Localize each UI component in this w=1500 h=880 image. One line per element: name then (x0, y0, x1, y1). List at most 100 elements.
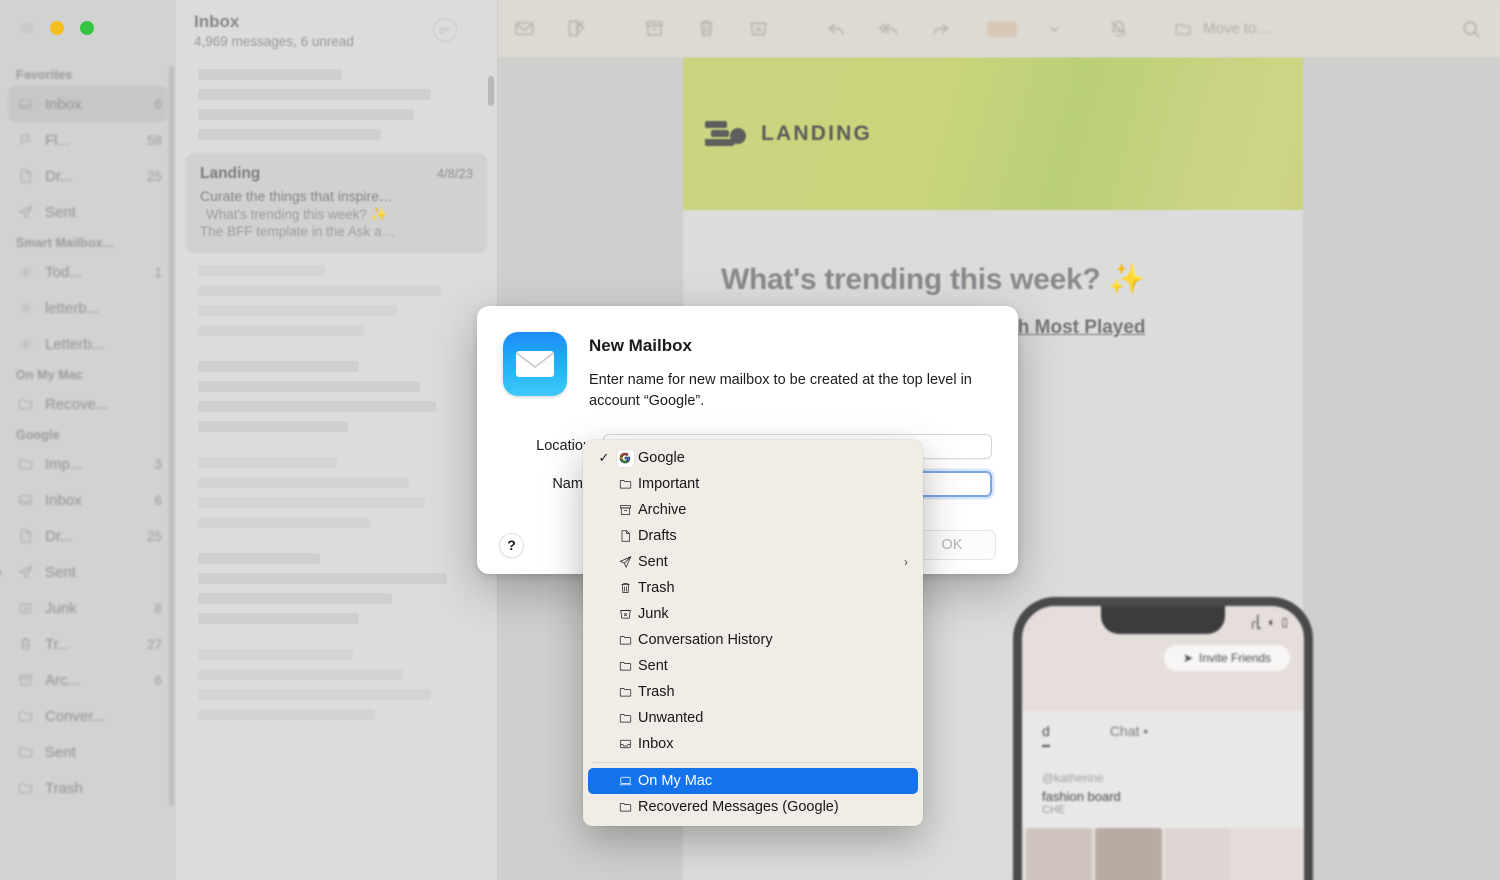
chevron-down-icon[interactable] (1028, 0, 1080, 57)
email-heading-text: What's trending this week? (721, 263, 1109, 296)
flag-icon (14, 131, 36, 149)
phone-mockup: ╭⎣ ◐ ▯ ➤ Invite Friends d Chat • @kather… (1013, 597, 1313, 880)
sidebar-item-conver[interactable]: Conver... (8, 698, 168, 734)
menu-item-inbox[interactable]: Inbox (588, 731, 918, 757)
sidebar-item-label: Conver... (45, 707, 106, 725)
minimize-button[interactable] (50, 21, 64, 35)
junk-button[interactable] (732, 0, 784, 57)
window-controls[interactable] (20, 21, 94, 35)
list-item[interactable] (186, 57, 487, 153)
filter-icon[interactable] (433, 18, 457, 42)
mute-button[interactable] (1092, 0, 1144, 57)
menu-item-archive[interactable]: Archive (588, 497, 918, 523)
sidebar-item-recove[interactable]: Recove... (8, 386, 168, 422)
help-button[interactable]: ? (499, 532, 524, 558)
message-sender: Landing (200, 165, 261, 182)
sidebar-item-junk[interactable]: Junk 8 (8, 590, 168, 626)
sidebar-item-label: letterb... (45, 299, 100, 317)
menu-item-on-my-mac[interactable]: On My Mac (588, 768, 918, 794)
sidebar-item-dr[interactable]: Dr... 25 (8, 518, 168, 554)
sidebar-item-label: Recove... (45, 395, 109, 413)
sidebar-item-sent[interactable]: › Sent (0, 554, 168, 590)
forward-button[interactable] (914, 0, 966, 57)
sidebar-scrollbar[interactable] (169, 66, 174, 806)
message-list-scrollbar[interactable] (488, 76, 494, 106)
menu-item-trash[interactable]: Trash (588, 679, 918, 705)
close-button[interactable] (20, 21, 34, 35)
sidebar-item-tod[interactable]: Tod... 1 (8, 254, 168, 290)
location-dropdown-menu[interactable]: ✓ Google Important Archive Drafts Sent › Trash J… (583, 440, 923, 826)
message-preview-line-1: What's trending this week? ✨ (206, 207, 388, 222)
sidebar-item-sent[interactable]: Sent (8, 734, 168, 770)
sidebar-item-label: Inbox (45, 491, 82, 509)
menu-item-unwanted[interactable]: Unwanted (588, 705, 918, 731)
sidebar-item-count: 3 (154, 456, 162, 472)
menu-item-sent[interactable]: Sent › (588, 549, 918, 575)
phone-tabs[interactable]: d Chat • (1022, 711, 1304, 759)
delete-button[interactable] (680, 0, 732, 57)
sidebar-item-sent[interactable]: Sent (8, 194, 168, 230)
message-rows[interactable]: Landing 4/8/23 Curate the things that in… (176, 57, 497, 733)
inbox-icon (14, 491, 36, 509)
list-item[interactable] (186, 349, 487, 445)
invite-friends-button[interactable]: ➤ Invite Friends (1164, 645, 1290, 671)
trash-icon (14, 635, 36, 653)
toolbar[interactable]: Move to… (498, 0, 1500, 57)
sparkle-icon: ✨ (1108, 263, 1146, 296)
compose-button[interactable] (550, 0, 602, 57)
list-item[interactable] (186, 541, 487, 637)
sidebar-item-letterb[interactable]: letterb... (8, 290, 168, 326)
sidebar-item-label: Sent (45, 203, 76, 221)
menu-item-recovered-messages-google[interactable]: Recovered Messages (Google) (588, 794, 918, 820)
sidebar-item-tr[interactable]: Tr... 27 (8, 626, 168, 662)
post-username: @katherine (1042, 771, 1104, 785)
sidebar-item-letterb[interactable]: Letterb... (8, 326, 168, 362)
phone-post: @katherine fashion board CHE (1022, 759, 1304, 828)
reply-all-button[interactable] (862, 0, 914, 57)
menu-item-label: Drafts (638, 528, 677, 544)
tab-feed[interactable]: d (1042, 723, 1050, 747)
list-item[interactable] (186, 253, 487, 349)
flag-button[interactable] (976, 0, 1028, 57)
search-icon[interactable] (1442, 18, 1500, 40)
menu-item-important[interactable]: Important (588, 471, 918, 497)
sidebar-item-fl[interactable]: Fl... 58 (8, 122, 168, 158)
sidebar-item-arc[interactable]: Arc... 6 (8, 662, 168, 698)
tab-chat[interactable]: Chat • (1110, 723, 1148, 747)
reply-button[interactable] (810, 0, 862, 57)
list-item-selected[interactable]: Landing 4/8/23 Curate the things that in… (186, 153, 487, 253)
menu-item-label: Trash (638, 580, 675, 596)
zoom-button[interactable] (80, 21, 94, 35)
sidebar-item-imp[interactable]: Imp... 3 (8, 446, 168, 482)
chevron-right-icon[interactable]: › (0, 565, 2, 579)
sidebar-item-inbox[interactable]: Inbox 6 (8, 482, 168, 518)
menu-item-google[interactable]: ✓ Google (588, 445, 918, 471)
sidebar-item-label: Tod... (45, 263, 82, 281)
sidebar-item-trash[interactable]: Trash (8, 770, 168, 806)
list-item[interactable] (186, 445, 487, 541)
post-title: fashion board (1042, 789, 1121, 804)
menu-item-drafts[interactable]: Drafts (588, 523, 918, 549)
menu-item-conversation-history[interactable]: Conversation History (588, 627, 918, 653)
sidebar-item-count: 1 (154, 264, 162, 280)
mark-unread-button[interactable] (498, 0, 550, 57)
archive-button[interactable] (628, 0, 680, 57)
smart-mailbox-icon (14, 299, 36, 317)
sidebar-item-dr[interactable]: Dr... 25 (8, 158, 168, 194)
sidebar[interactable]: Favorites Inbox 6 Fl... 58 Dr... 25 Sent Smart M… (0, 0, 176, 880)
menu-item-trash[interactable]: Trash (588, 575, 918, 601)
inbox-icon (612, 737, 638, 751)
message-list-pane[interactable]: Inbox 4,969 messages, 6 unread Landing 4… (176, 0, 498, 880)
menu-item-junk[interactable]: Junk (588, 601, 918, 627)
submenu-chevron-icon[interactable]: › (904, 555, 908, 569)
phone-notch (1101, 606, 1225, 634)
menu-item-sent[interactable]: Sent (588, 653, 918, 679)
invite-friends-label: Invite Friends (1199, 651, 1272, 665)
sidebar-item-label: Letterb... (45, 335, 105, 353)
sidebar-item-inbox[interactable]: Inbox 6 (8, 86, 168, 122)
share-icon: ➤ (1182, 651, 1194, 665)
sidebar-item-label: Dr... (45, 167, 73, 185)
move-to-button[interactable]: Move to… (1160, 14, 1283, 44)
sidebar-item-label: Inbox (45, 95, 82, 113)
list-item[interactable] (186, 637, 487, 733)
